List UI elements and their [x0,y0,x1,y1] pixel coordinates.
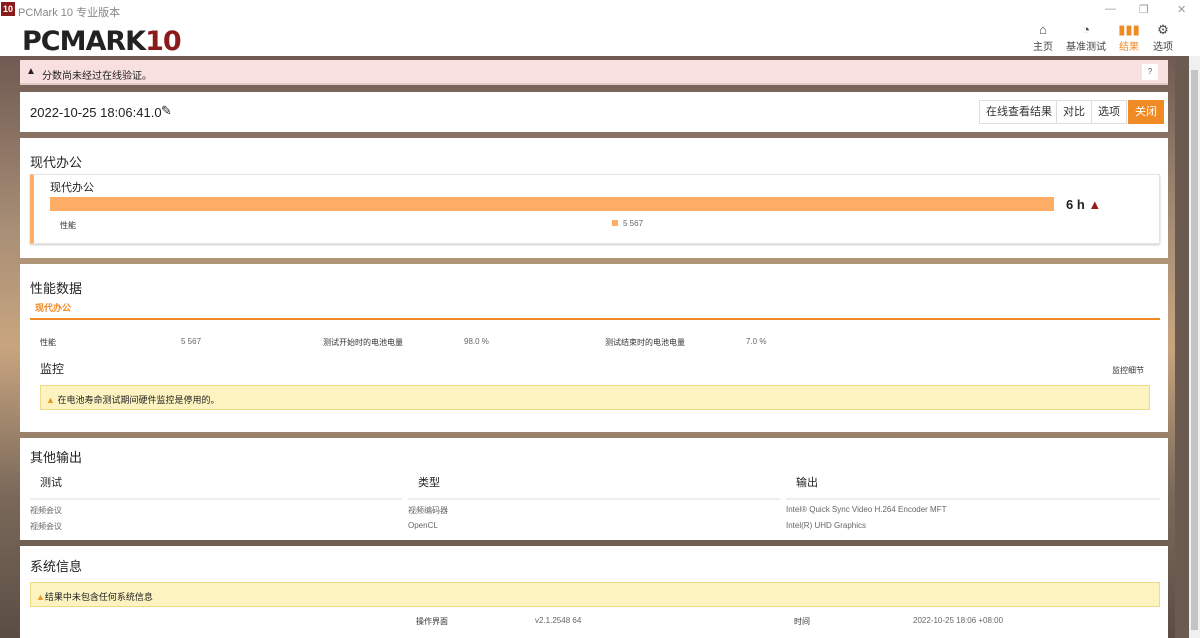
section-heading: 系统信息 [30,556,82,575]
column-header: 测试 [40,474,62,490]
edit-icon[interactable]: ✎ [161,103,172,119]
alert-text: 分数尚未经过在线验证。 [42,67,152,82]
warning-icon: ▲ [36,592,45,602]
gear-icon: ⚙ [1152,22,1174,38]
battery-end-label: 测试结束时的电池电量 [605,337,685,348]
tab-modern-office[interactable]: 现代办公 [35,301,71,314]
perf-label: 性能 [40,337,56,348]
scrollbar-thumb[interactable] [1191,70,1198,630]
scrollbar[interactable] [1175,56,1200,638]
section-heading: 现代办公 [30,152,82,171]
table-cell: 视频会议 [30,505,62,516]
options-button[interactable]: 选项 [1091,100,1127,124]
section-heading: 性能数据 [30,278,82,297]
header: PCMARK10 ⌂ 主页 ◔ 基准测试 ▮▮▮ 结果 ⚙ 选项 [0,20,1200,56]
warning-icon: ▲ [26,66,36,77]
home-icon: ⌂ [1032,22,1054,38]
title-bar: 10 PCMark 10 专业版本 — ❐ ✕ [0,0,1200,20]
compare-button[interactable]: 对比 [1056,100,1092,124]
window-title: PCMark 10 专业版本 [18,4,120,20]
perf-data-panel: 性能数据 现代办公 性能 5 567 测试开始时的电池电量 98.0 % 测试结… [20,264,1168,432]
warning-icon: ▲ [46,395,55,405]
nav-benchmarks[interactable]: ◔ 基准测试 [1066,22,1106,53]
info-value: v2.1.2548 64 [535,616,581,625]
nav-label: 结果 [1119,42,1139,53]
score-bar [50,197,1054,211]
battery-end-value: 7.0 % [746,337,766,346]
close-window-icon[interactable]: ✕ [1177,3,1186,16]
column-header: 类型 [418,474,440,490]
perf-value: 5 567 [181,337,201,346]
maximize-icon[interactable]: ❐ [1139,3,1149,16]
info-label: 操作界面 [416,616,448,627]
legend-swatch [612,220,618,226]
battery-start-label: 测试开始时的电池电量 [323,337,403,348]
table-cell: OpenCL [408,521,438,530]
table-cell: 视频会议 [30,521,62,532]
bar-chart-icon: ▮▮▮ [1118,22,1140,38]
close-button[interactable]: 关闭 [1128,100,1164,124]
minimize-icon[interactable]: — [1105,3,1116,15]
sysinfo-warning: ▲结果中未包含任何系统信息 [30,582,1160,607]
gauge-icon: ◔ [1066,22,1106,38]
help-button[interactable]: ? [1142,64,1158,80]
summary-panel: 现代办公 现代办公 6 h ▲ 性能 5 567 [20,138,1168,258]
app-logo-icon: 10 [1,2,15,16]
result-title: 2022-10-25 18:06:41.0 [30,105,162,120]
info-label: 时间 [794,616,810,627]
monitor-warning: ▲ 在电池寿命测试期间硬件监控是停用的。 [40,385,1150,410]
system-info-panel: 系统信息 ▲结果中未包含任何系统信息 操作界面 v2.1.2548 64 时间 … [20,546,1168,638]
score-value: 6 h ▲ [1066,197,1101,212]
info-value: 2022-10-25 18:06 +08:00 [913,616,1003,625]
validation-alert: ▲ 分数尚未经过在线验证。 ? [20,60,1168,85]
perf-label: 性能 [60,220,76,231]
battery-start-value: 98.0 % [464,337,489,346]
warning-icon: ▲ [1088,197,1101,212]
nav-home[interactable]: ⌂ 主页 [1032,22,1054,53]
nav-label: 选项 [1153,42,1173,53]
nav-label: 主页 [1033,42,1053,53]
card-title: 现代办公 [50,179,94,195]
other-output-panel: 其他输出 测试 类型 输出 视频会议 视频编码器 Intel® Quick Sy… [20,438,1168,540]
monitor-details-link[interactable]: 监控细节 [1112,365,1144,376]
view-online-button[interactable]: 在线查看结果 [979,100,1059,124]
nav-label: 基准测试 [1066,42,1106,53]
nav-options[interactable]: ⚙ 选项 [1152,22,1174,53]
nav-results[interactable]: ▮▮▮ 结果 [1118,22,1140,53]
column-header: 输出 [796,474,818,490]
table-cell: 视频编码器 [408,505,448,516]
table-cell: Intel® Quick Sync Video H.264 Encoder MF… [786,505,946,514]
table-cell: Intel(R) UHD Graphics [786,521,866,530]
score-card: 现代办公 6 h ▲ 性能 5 567 [30,174,1160,244]
section-heading: 其他输出 [30,447,82,466]
pcmark-logo: PCMARK10 [22,26,181,57]
perf-value: 5 567 [623,219,643,228]
tab-underline [30,318,1160,320]
monitor-heading: 监控 [40,360,64,377]
